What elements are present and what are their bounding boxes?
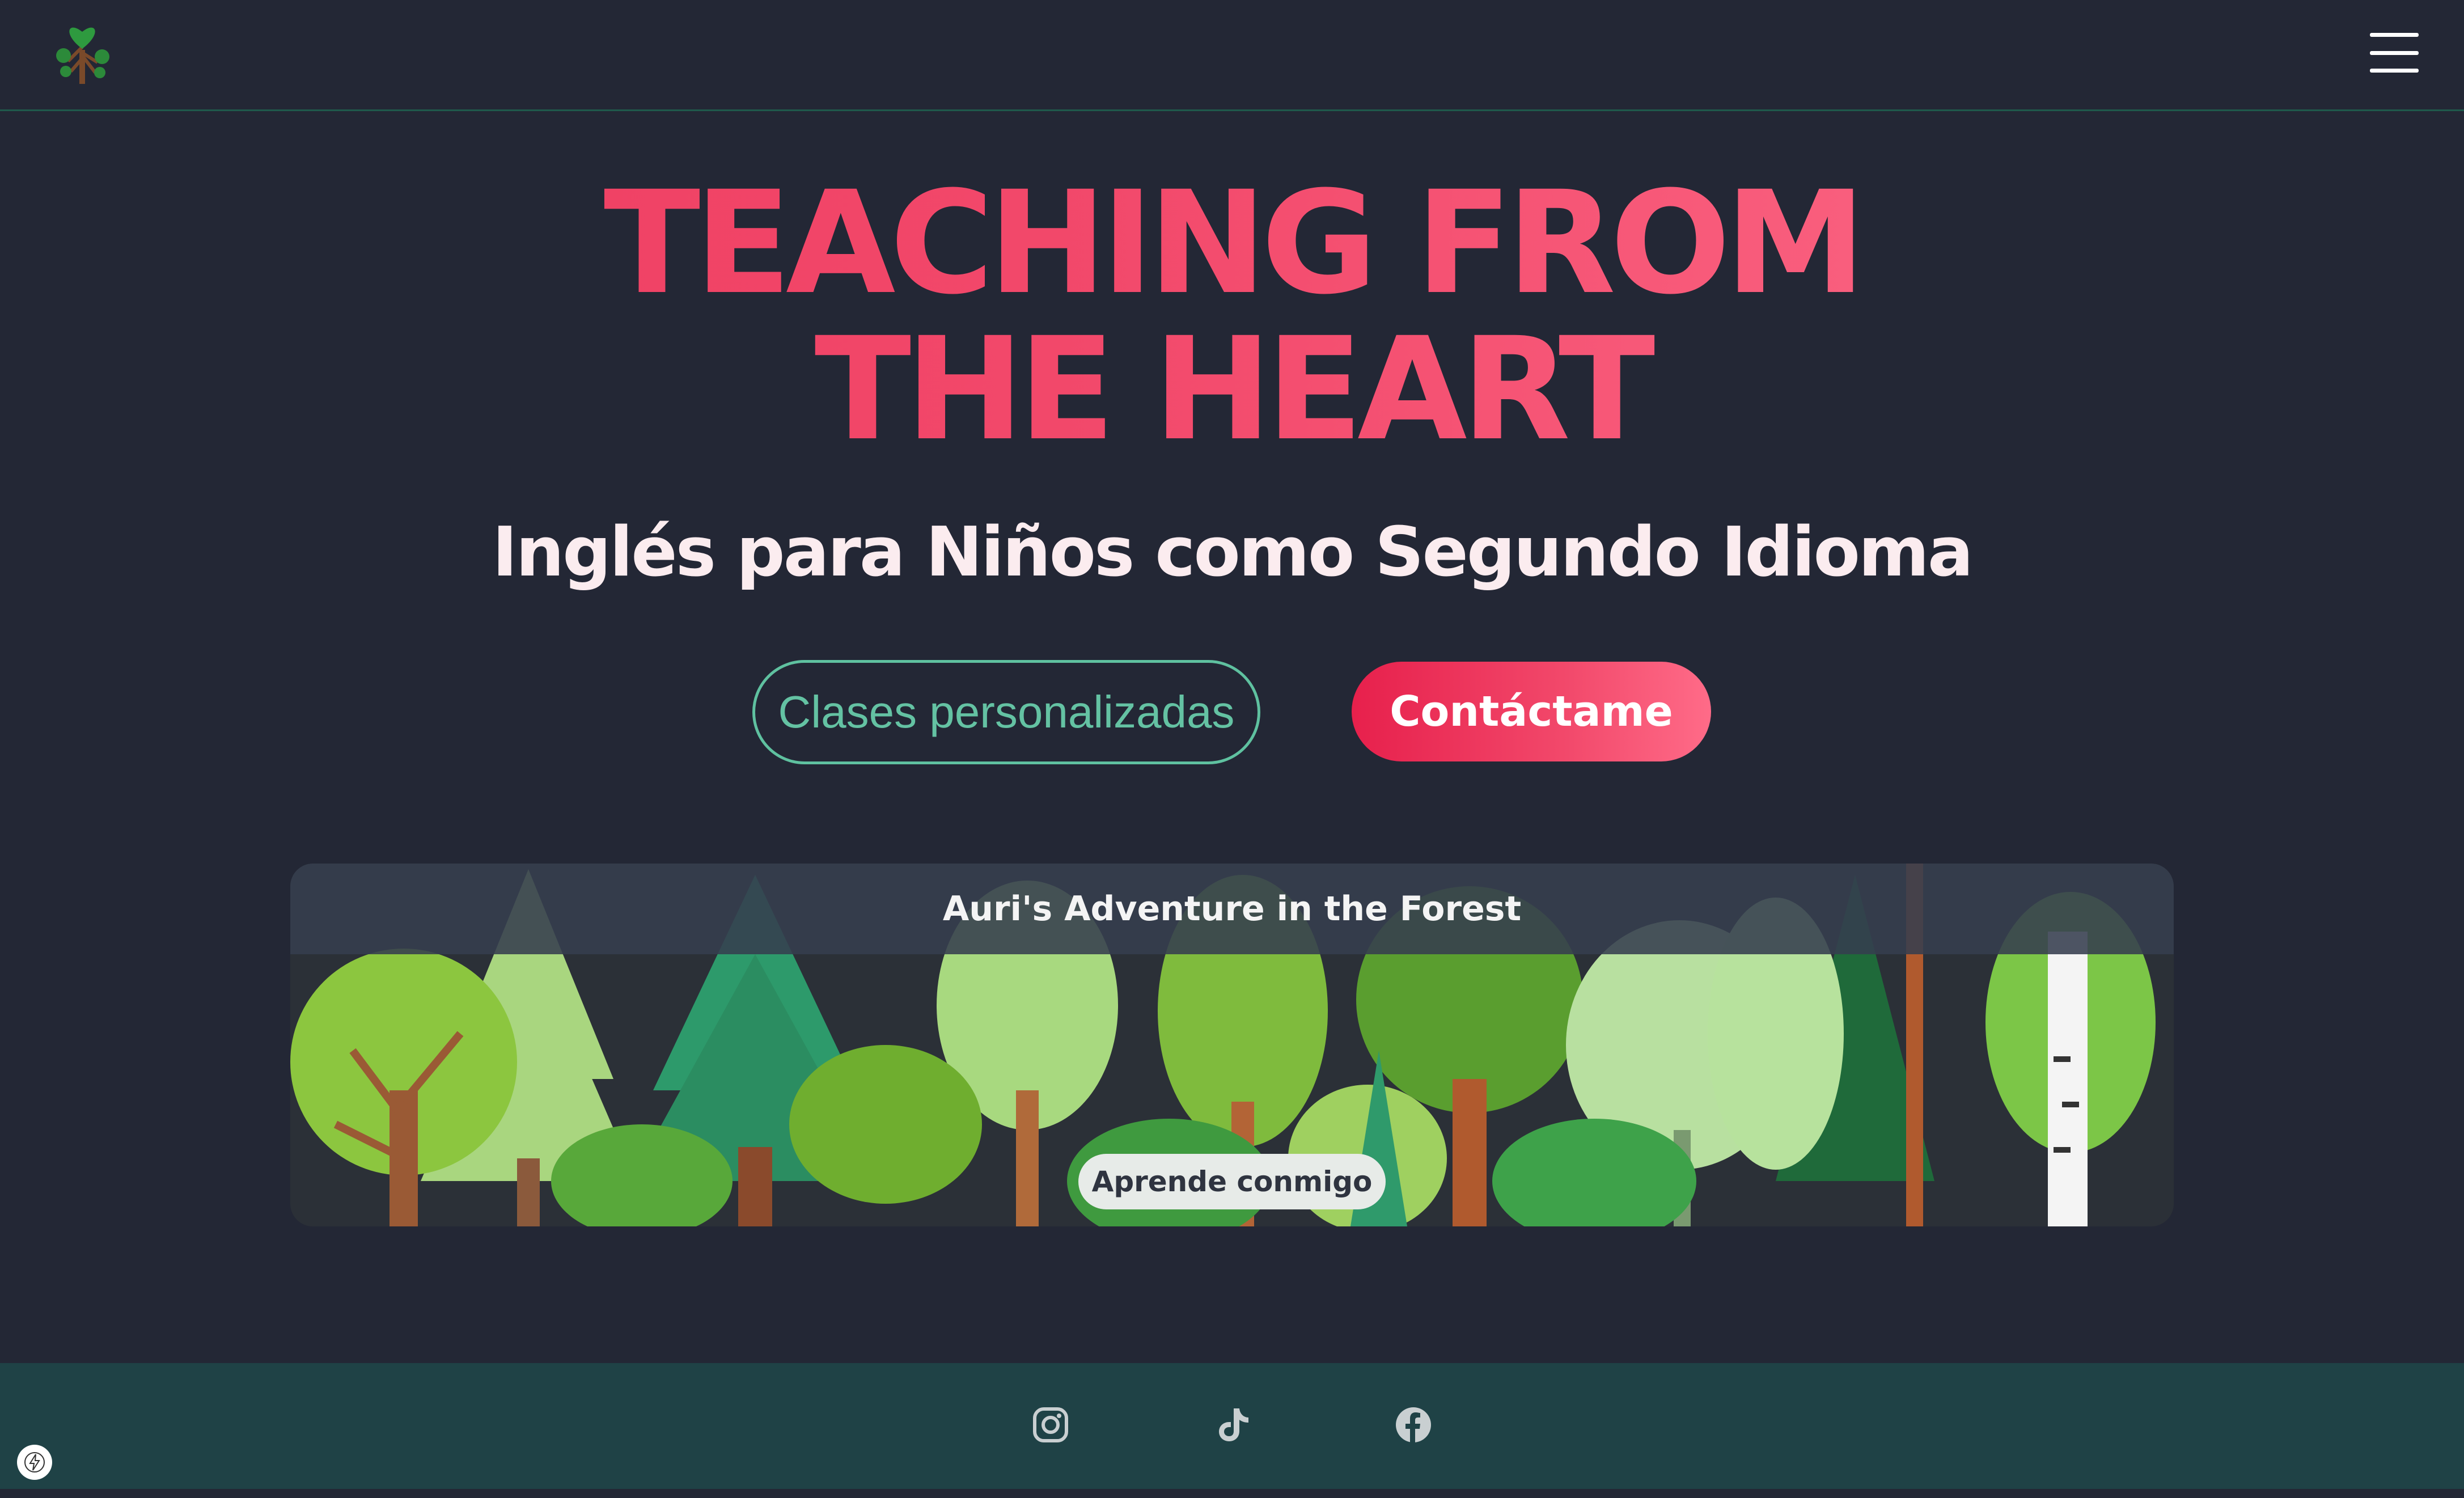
hero-title-line-2: THE HEART (814, 307, 1650, 472)
tiktok-icon[interactable] (1213, 1406, 1251, 1444)
learn-with-me-button[interactable]: Aprende conmigo (1078, 1154, 1386, 1209)
menu-bar (2370, 50, 2419, 55)
menu-bar (2370, 69, 2419, 73)
facebook-icon[interactable] (1395, 1406, 1432, 1444)
hero-title: TEACHING FROM THE HEART (0, 170, 2464, 463)
contact-button[interactable]: Contáctame (1352, 662, 1711, 761)
hero-title-line-1: TEACHING FROM (603, 160, 1861, 325)
lightning-icon[interactable] (17, 1445, 52, 1480)
personalized-classes-button[interactable]: Clases personalizadas (752, 660, 1260, 764)
hamburger-menu-icon[interactable] (2370, 33, 2419, 73)
banner-title: Auri's Adventure in the Forest (290, 864, 2174, 954)
top-navbar (0, 0, 2464, 111)
bottom-strip (0, 1489, 2464, 1498)
forest-adventure-banner[interactable]: Auri's Adventure in the Forest Aprende c… (290, 864, 2174, 1226)
heart-tree-logo[interactable] (51, 22, 113, 87)
menu-bar (2370, 33, 2419, 37)
instagram-icon[interactable] (1032, 1406, 1069, 1444)
hero-subtitle: Inglés para Niños como Segundo Idioma (492, 513, 1974, 592)
